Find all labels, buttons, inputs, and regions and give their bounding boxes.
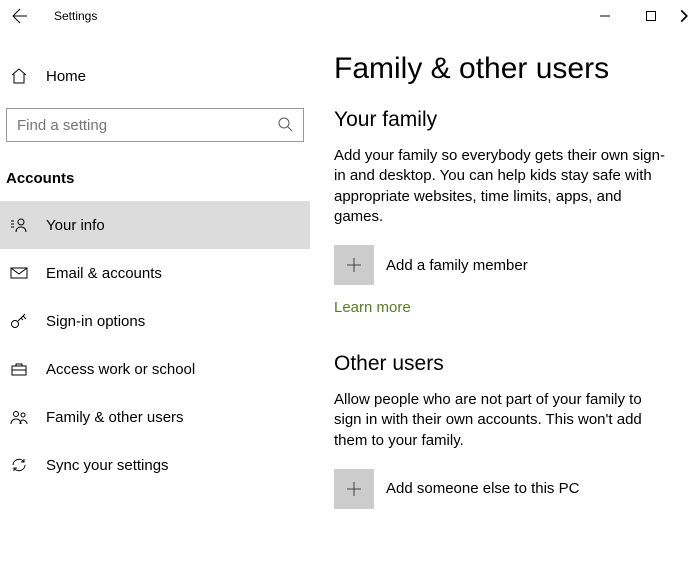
sync-icon bbox=[10, 456, 28, 474]
section-other-users-heading: Other users bbox=[334, 352, 670, 376]
category-header: Accounts bbox=[0, 160, 310, 201]
learn-more-link[interactable]: Learn more bbox=[334, 299, 411, 316]
person-icon bbox=[10, 216, 28, 234]
sidebar-item-family[interactable]: Family & other users bbox=[0, 393, 310, 441]
home-icon bbox=[10, 67, 28, 85]
sidebar-item-label: Sync your settings bbox=[46, 457, 169, 474]
search-icon bbox=[277, 116, 293, 135]
sidebar-item-work[interactable]: Access work or school bbox=[0, 345, 310, 393]
search-input[interactable] bbox=[17, 117, 277, 134]
search-box[interactable] bbox=[6, 108, 304, 142]
back-button[interactable] bbox=[4, 0, 36, 32]
sidebar-item-label: Your info bbox=[46, 217, 105, 234]
plus-icon bbox=[334, 469, 374, 509]
home-nav[interactable]: Home bbox=[0, 54, 310, 98]
people-icon bbox=[10, 408, 28, 426]
add-other-label: Add someone else to this PC bbox=[386, 480, 579, 497]
minimize-button[interactable] bbox=[582, 0, 628, 32]
sidebar-item-sync[interactable]: Sync your settings bbox=[0, 441, 310, 489]
chevron-right-icon bbox=[677, 9, 691, 23]
add-family-label: Add a family member bbox=[386, 257, 528, 274]
close-button[interactable] bbox=[674, 0, 694, 32]
minimize-icon bbox=[600, 11, 610, 21]
home-label: Home bbox=[46, 68, 86, 85]
page-title: Family & other users bbox=[334, 52, 670, 86]
sidebar-item-label: Sign-in options bbox=[46, 313, 145, 330]
section-your-family-desc: Add your family so everybody gets their … bbox=[334, 146, 670, 227]
sidebar-item-your-info[interactable]: Your info bbox=[0, 201, 310, 249]
briefcase-icon bbox=[10, 360, 28, 378]
maximize-button[interactable] bbox=[628, 0, 674, 32]
add-other-user-button[interactable]: Add someone else to this PC bbox=[334, 469, 670, 509]
back-arrow-icon bbox=[12, 8, 28, 24]
add-family-member-button[interactable]: Add a family member bbox=[334, 245, 670, 285]
section-your-family-heading: Your family bbox=[334, 108, 670, 132]
sidebar-item-label: Family & other users bbox=[46, 409, 184, 426]
titlebar: Settings bbox=[0, 0, 694, 32]
email-icon bbox=[10, 264, 28, 282]
plus-icon bbox=[334, 245, 374, 285]
sidebar-item-email[interactable]: Email & accounts bbox=[0, 249, 310, 297]
maximize-icon bbox=[646, 11, 656, 21]
sidebar: Home Accounts Your info Email & accounts bbox=[0, 32, 310, 575]
sidebar-item-signin[interactable]: Sign-in options bbox=[0, 297, 310, 345]
sidebar-item-label: Email & accounts bbox=[46, 265, 162, 282]
section-other-users-desc: Allow people who are not part of your fa… bbox=[334, 390, 670, 451]
main-panel: Family & other users Your family Add you… bbox=[310, 32, 694, 575]
sidebar-item-label: Access work or school bbox=[46, 361, 195, 378]
window-title: Settings bbox=[54, 9, 97, 23]
key-icon bbox=[10, 312, 28, 330]
